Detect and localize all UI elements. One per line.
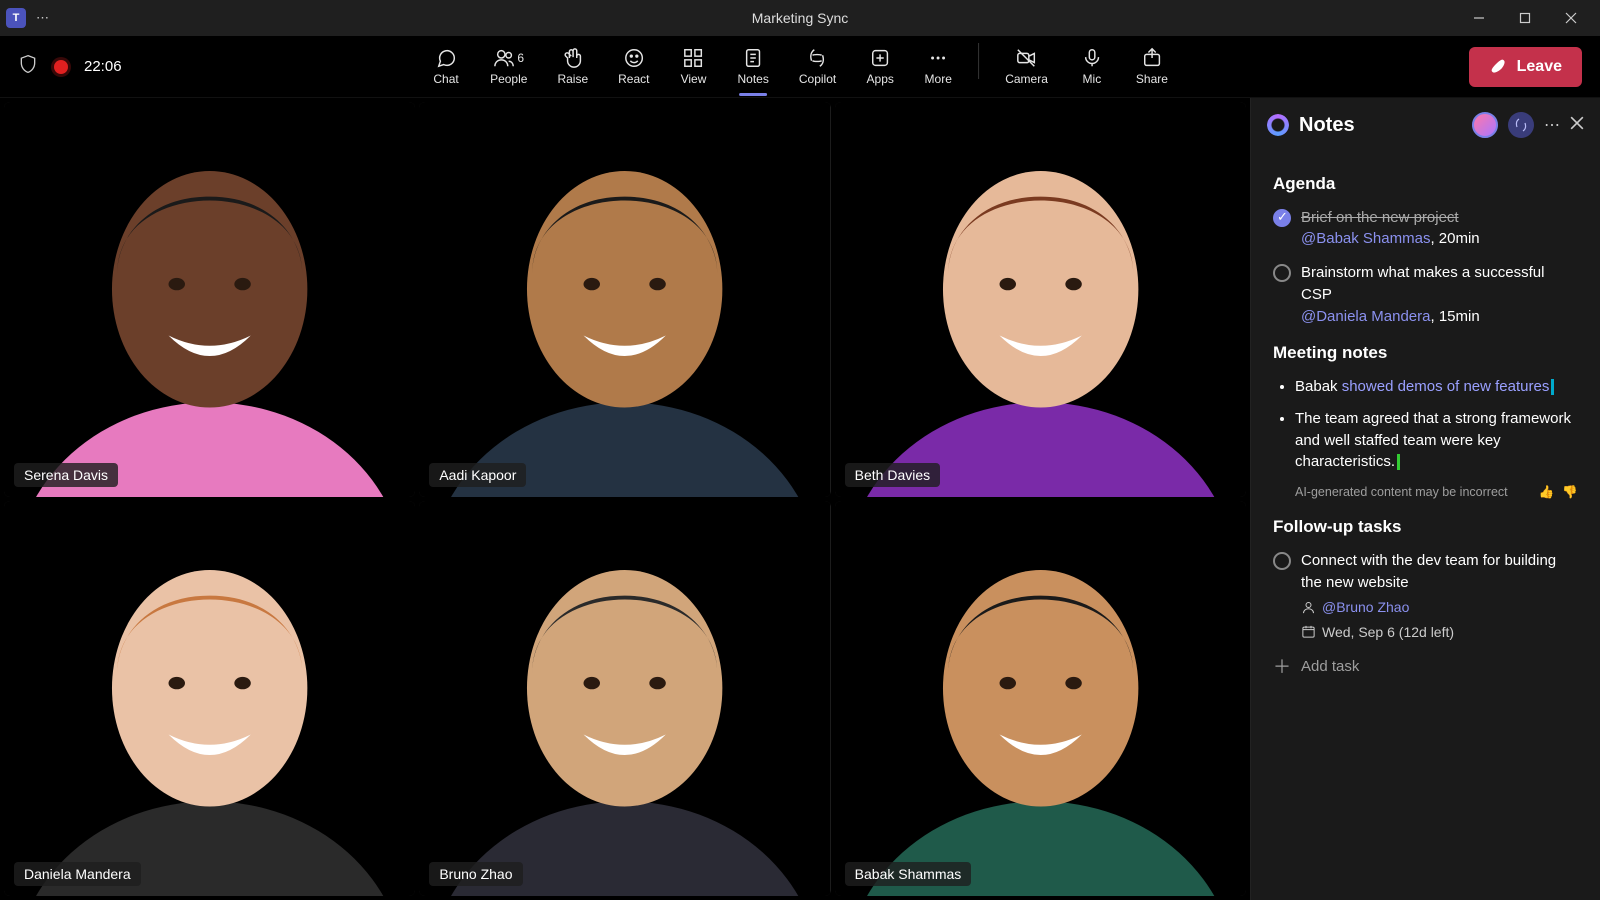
view-button[interactable]: View (669, 43, 717, 90)
meeting-note-item[interactable]: The team agreed that a strong framework … (1295, 408, 1578, 473)
notes-close-icon[interactable] (1570, 116, 1584, 135)
copilot-label: Copilot (799, 72, 836, 86)
participant-name-label: Beth Davies (845, 463, 940, 487)
window-minimize[interactable] (1456, 0, 1502, 36)
meeting-note-item[interactable]: Babak showed demos of new features (1295, 376, 1578, 398)
copilot-icon[interactable] (1508, 112, 1534, 138)
agenda-item[interactable]: Brainstorm what makes a successful CSP @… (1273, 262, 1578, 327)
more-label: More (925, 72, 952, 86)
window-maximize[interactable] (1502, 0, 1548, 36)
task-item[interactable]: Connect with the dev team for building t… (1273, 550, 1578, 642)
video-tile[interactable]: Babak Shammas (835, 501, 1246, 896)
task-assignee[interactable]: @Bruno Zhao (1322, 597, 1409, 617)
task-checkbox[interactable] (1273, 552, 1291, 570)
add-task-label: Add task (1301, 656, 1359, 678)
notes-label: Notes (737, 72, 768, 86)
agenda-mention[interactable]: @Babak Shammas (1301, 230, 1430, 247)
agenda-text: Brief on the new project (1301, 209, 1459, 226)
privacy-shield-icon[interactable] (18, 54, 38, 79)
agenda-duration: 20min (1439, 230, 1480, 247)
agenda-heading: Agenda (1273, 172, 1578, 197)
video-tile[interactable]: Bruno Zhao (419, 501, 830, 896)
notes-panel: Notes ⋯ Agenda Brief on the new project … (1250, 98, 1600, 900)
tasks-heading: Follow-up tasks (1273, 515, 1578, 540)
meeting-note-text: The team agreed that a strong framework … (1295, 410, 1571, 471)
meeting-timer: 22:06 (84, 58, 122, 75)
ai-disclaimer: AI-generated content may be incorrect 👍 … (1295, 483, 1578, 501)
participant-name-label: Serena Davis (14, 463, 118, 487)
mic-label: Mic (1083, 72, 1102, 86)
agenda-item[interactable]: Brief on the new project @Babak Shammas,… (1273, 207, 1578, 251)
copilot-button[interactable]: Copilot (789, 43, 846, 90)
video-tile[interactable]: Beth Davies (835, 102, 1246, 497)
mic-button[interactable]: Mic (1068, 43, 1116, 90)
more-button[interactable]: More (914, 43, 962, 90)
participant-name-label: Babak Shammas (845, 862, 972, 886)
share-label: Share (1136, 72, 1168, 86)
people-count: 6 (517, 51, 524, 65)
agenda-mention[interactable]: @Daniela Mandera (1301, 308, 1430, 325)
agenda-checkbox[interactable] (1273, 209, 1291, 227)
task-due: Wed, Sep 6 (12d left) (1322, 622, 1454, 642)
react-label: React (618, 72, 649, 86)
leave-label: Leave (1517, 58, 1562, 76)
assignee-icon (1301, 600, 1316, 615)
thumbs-down-icon[interactable]: 👎 (1562, 483, 1578, 501)
raise-hand-button[interactable]: Raise (547, 43, 598, 90)
thumbs-up-icon[interactable]: 👍 (1539, 483, 1555, 501)
notes-body[interactable]: Agenda Brief on the new project @Babak S… (1251, 152, 1600, 900)
titlebar-more-icon[interactable]: ⋯ (36, 10, 49, 26)
meeting-toolbar: 22:06 Chat 6 People Raise React View (0, 36, 1600, 98)
people-label: People (490, 72, 527, 86)
titlebar: T ⋯ Marketing Sync (0, 0, 1600, 36)
add-task-button[interactable]: ＋ Add task (1273, 654, 1578, 680)
react-button[interactable]: React (608, 43, 659, 90)
toolbar-separator (978, 43, 979, 79)
notes-header: Notes ⋯ (1251, 98, 1600, 152)
window-title: Marketing Sync (752, 10, 848, 26)
video-tile[interactable]: Daniela Mandera (4, 501, 415, 896)
agenda-checkbox[interactable] (1273, 264, 1291, 282)
participant-name-label: Aadi Kapoor (429, 463, 526, 487)
leave-button[interactable]: Leave (1469, 47, 1582, 87)
participant-name-label: Bruno Zhao (429, 862, 522, 886)
agenda-text: Brainstorm what makes a successful CSP (1301, 264, 1544, 303)
meeting-notes-heading: Meeting notes (1273, 341, 1578, 366)
loop-icon (1267, 114, 1289, 136)
video-tile[interactable]: Aadi Kapoor (419, 102, 830, 497)
apps-button[interactable]: Apps (856, 43, 904, 90)
video-tile[interactable]: Serena Davis (4, 102, 415, 497)
notes-button[interactable]: Notes (727, 43, 778, 90)
camera-label: Camera (1005, 72, 1048, 86)
view-label: View (681, 72, 707, 86)
participant-name-label: Daniela Mandera (14, 862, 141, 886)
task-text: Connect with the dev team for building t… (1301, 550, 1578, 594)
calendar-icon (1301, 624, 1316, 639)
meeting-note-text: Babak (1295, 378, 1342, 395)
share-button[interactable]: Share (1126, 43, 1178, 90)
plus-icon: ＋ (1273, 654, 1291, 680)
people-button[interactable]: 6 People (480, 43, 537, 90)
recording-indicator-icon (54, 60, 68, 74)
chat-button[interactable]: Chat (422, 43, 470, 90)
window-close[interactable] (1548, 0, 1594, 36)
raise-label: Raise (557, 72, 588, 86)
apps-label: Apps (867, 72, 894, 86)
camera-button[interactable]: Camera (995, 43, 1058, 90)
chat-label: Chat (433, 72, 458, 86)
teams-app-icon: T (6, 8, 26, 28)
presence-avatar[interactable] (1472, 112, 1498, 138)
video-grid: Serena Davis Aadi Kapoor (0, 98, 1250, 900)
notes-panel-title: Notes (1299, 114, 1355, 137)
notes-more-icon[interactable]: ⋯ (1544, 115, 1560, 135)
agenda-duration: 15min (1439, 308, 1480, 325)
main-area: Serena Davis Aadi Kapoor (0, 98, 1600, 900)
meeting-note-highlight: showed demos of new features (1342, 378, 1550, 395)
